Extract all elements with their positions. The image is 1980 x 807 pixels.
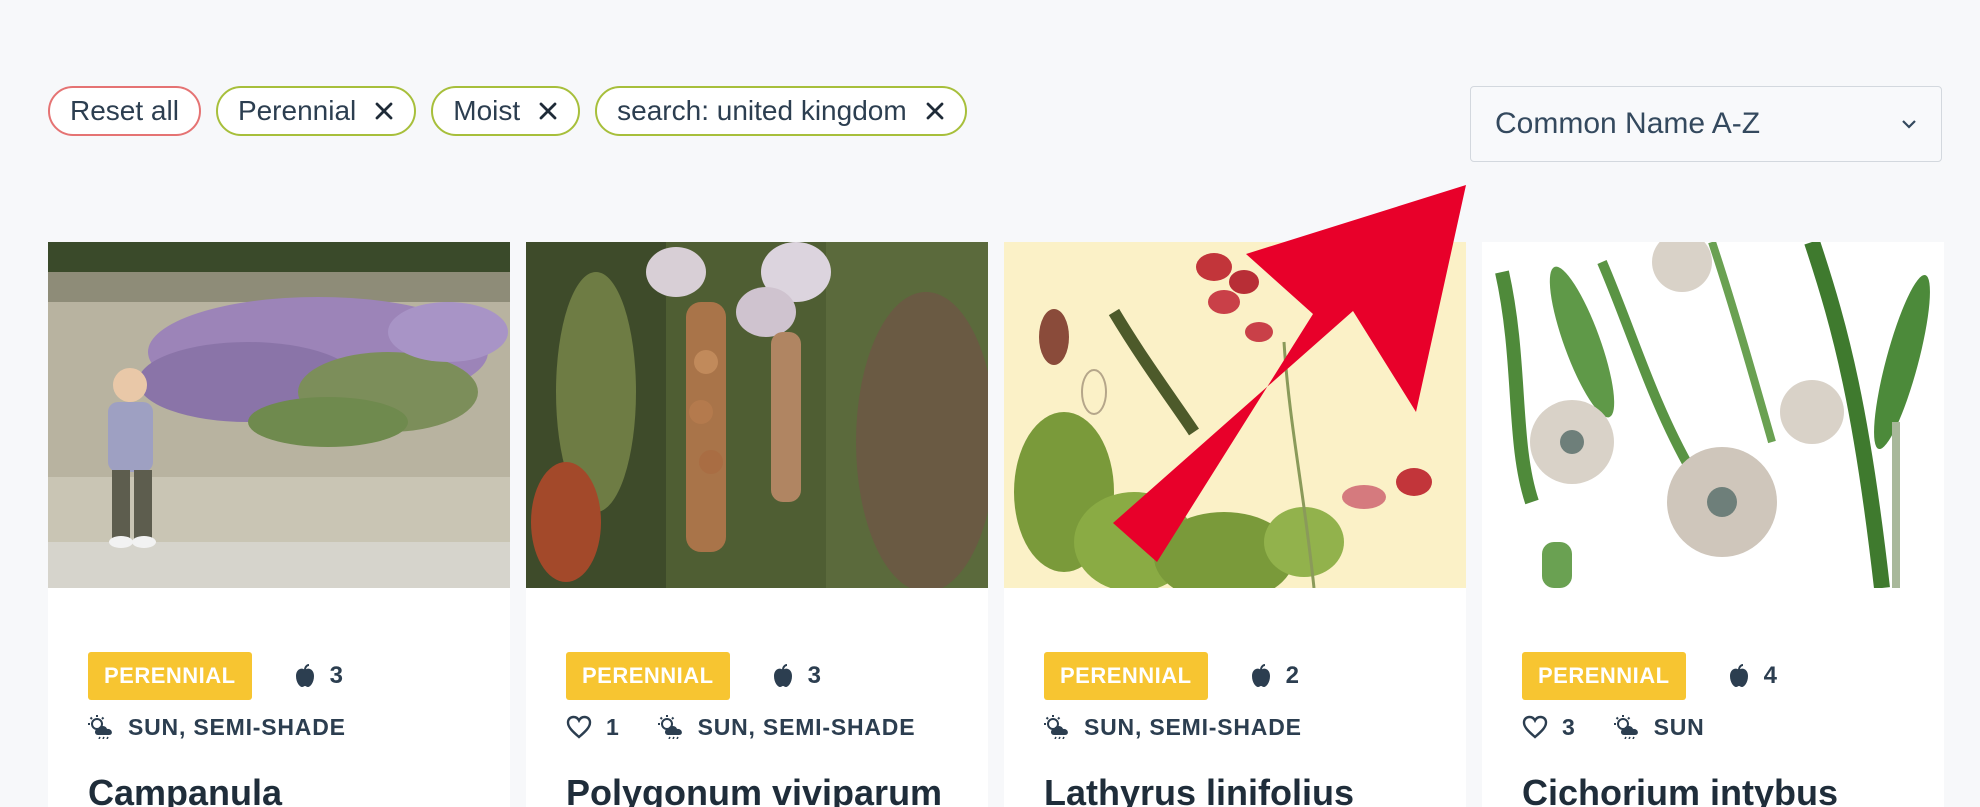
plant-photo [1004,242,1466,588]
light-requirement: SUN, SEMI-SHADE [657,713,916,741]
plant-meta: PERENNIAL 3 1 SUN, SEMI-SHADE [566,652,968,742]
light-label: SUN, SEMI-SHADE [1084,713,1302,740]
sort-select[interactable]: Common Name A-Z [1470,86,1942,162]
plant-card[interactable]: PERENNIAL 3 SUN, SEMI-SHADE Campanula [48,242,510,807]
filter-chip-moist[interactable]: Moist [431,86,581,136]
light-requirement: SUN [1613,713,1705,741]
heart-icon [1522,715,1548,739]
lifecycle-badge: PERENNIAL [88,652,252,700]
apple-icon [773,664,792,687]
light-label: SUN [1653,713,1705,740]
likes[interactable]: 1 [566,714,620,741]
likes[interactable]: 3 [1522,714,1576,741]
fruit-rating: 2 [1250,662,1299,690]
likes-count: 3 [1562,713,1576,740]
light-label: SUN, SEMI-SHADE [128,713,346,740]
sun-cloud-icon [1044,715,1068,739]
likes-count: 1 [606,713,620,740]
apple-icon [1251,664,1270,687]
plant-title[interactable]: Campanula [88,772,282,807]
filter-chip-search[interactable]: search: united kingdom [595,86,967,136]
plant-meta: PERENNIAL 2 SUN, SEMI-SHADE [1044,652,1446,742]
plant-title[interactable]: Lathyrus linifolius [1044,772,1354,807]
active-filters: Reset all Perennial Moist search: united… [48,86,967,136]
fruit-rating: 3 [294,662,343,690]
apple-icon [295,664,314,687]
fruit-count: 2 [1285,662,1299,689]
reset-all-button[interactable]: Reset all [48,86,201,136]
close-icon[interactable] [925,101,945,121]
plant-card-grid: PERENNIAL 3 SUN, SEMI-SHADE Campanula PE… [48,242,1944,807]
reset-all-label: Reset all [70,95,179,126]
sun-cloud-icon [1613,715,1638,739]
plant-title[interactable]: Polygonum viviparum [566,772,942,807]
lifecycle-badge: PERENNIAL [566,652,730,700]
close-icon[interactable] [374,101,394,121]
plant-photo [48,242,510,588]
plant-card[interactable]: PERENNIAL 3 1 SUN, SEMI-SHADE Polygonum … [526,242,988,807]
filter-chip-label: Moist [453,95,521,126]
apple-icon [1729,664,1748,687]
filter-chip-label: search: united kingdom [617,95,907,126]
plant-card[interactable]: PERENNIAL 2 SUN, SEMI-SHADE Lathyrus lin… [1004,242,1466,807]
light-label: SUN, SEMI-SHADE [697,713,916,740]
plant-meta: PERENNIAL 4 3 SUN [1522,652,1924,742]
heart-icon [566,715,592,739]
sort-selected-value: Common Name A-Z [1495,107,1761,140]
filter-chip-perennial[interactable]: Perennial [215,86,417,136]
fruit-count: 4 [1763,662,1777,689]
light-requirement: SUN, SEMI-SHADE [88,714,346,741]
light-requirement: SUN, SEMI-SHADE [1044,714,1302,741]
plant-catalog-page: Reset all Perennial Moist search: united… [0,0,1980,807]
fruit-count: 3 [329,662,343,689]
sun-cloud-icon [88,715,112,739]
close-icon[interactable] [538,101,558,121]
chevron-down-icon [1899,114,1919,134]
fruit-rating: 4 [1728,662,1777,690]
plant-photo [1482,242,1944,588]
plant-title[interactable]: Cichorium intybus [1522,772,1838,807]
lifecycle-badge: PERENNIAL [1044,652,1208,700]
fruit-count: 3 [807,662,821,689]
plant-meta: PERENNIAL 3 SUN, SEMI-SHADE [88,652,490,742]
filter-chip-label: Perennial [237,95,357,126]
plant-photo [526,242,988,588]
lifecycle-badge: PERENNIAL [1522,652,1686,700]
sun-cloud-icon [657,715,682,739]
fruit-rating: 3 [772,662,821,690]
plant-card[interactable]: PERENNIAL 4 3 SUN Cichorium intybus [1482,242,1944,807]
